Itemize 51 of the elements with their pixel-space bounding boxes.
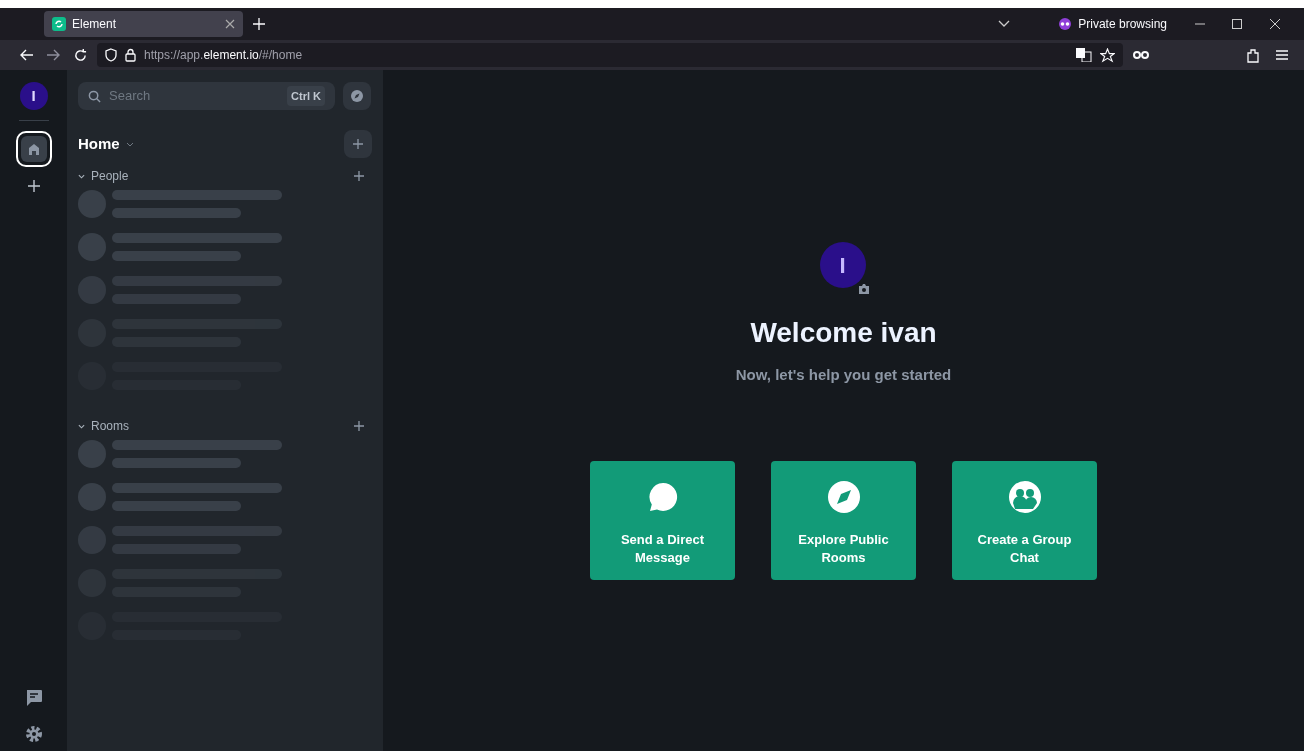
section-header[interactable]: People: [78, 167, 129, 185]
back-icon[interactable]: [20, 49, 34, 61]
keyboard-shortcut: Ctrl K: [287, 85, 325, 107]
camera-icon[interactable]: [857, 284, 870, 294]
group-icon: [1008, 480, 1041, 513]
close-icon[interactable]: [1270, 19, 1280, 29]
compass-icon: [827, 480, 860, 513]
chat-bubble-icon[interactable]: [24, 689, 43, 707]
browser-tab[interactable]: Element: [44, 11, 243, 37]
tab-title: Element: [72, 16, 118, 33]
url-text: https://app.element.io/#/home: [144, 47, 303, 64]
action-card[interactable]: Explore Public Rooms: [771, 460, 916, 580]
plus-icon: [354, 171, 364, 181]
menu-icon[interactable]: [1276, 50, 1288, 60]
private-browsing-label: Private browsing: [1078, 16, 1167, 33]
compass-icon: [351, 90, 363, 102]
home-icon: [28, 143, 39, 155]
lock-icon: [125, 48, 136, 62]
forward-icon[interactable]: [46, 49, 60, 61]
new-tab-icon[interactable]: [253, 18, 265, 30]
maximize-icon[interactable]: [1232, 19, 1242, 29]
plus-icon: [27, 180, 40, 192]
action-card[interactable]: Send a Direct Message: [590, 460, 735, 580]
user-avatar[interactable]: I: [19, 82, 48, 110]
welcome-subheading: Now, let's help you get started: [735, 365, 952, 385]
user-avatar[interactable]: I: [819, 242, 866, 288]
search-field[interactable]: Search: [109, 86, 280, 106]
reload-icon[interactable]: [74, 48, 87, 62]
home-button[interactable]: [15, 131, 52, 167]
plus-icon: [353, 139, 363, 149]
chevron-down-icon[interactable]: [998, 20, 1011, 28]
chevron-icon: [78, 173, 85, 179]
add-button[interactable]: [354, 421, 364, 431]
shield-icon: [105, 48, 117, 62]
settings-icon[interactable]: [24, 725, 43, 743]
address-bar[interactable]: https://app.element.io/#/home: [97, 43, 1123, 67]
welcome-heading: Welcome ivan: [750, 316, 937, 350]
speech-bubble-icon: [646, 480, 679, 513]
chevron-icon: [78, 423, 85, 429]
action-card[interactable]: Create a Group Chat: [952, 460, 1097, 580]
search-bar[interactable]: Search Ctrl K: [78, 82, 335, 110]
add-button[interactable]: [354, 171, 364, 181]
section-header[interactable]: Rooms: [78, 417, 129, 435]
star-icon[interactable]: [1100, 47, 1115, 63]
app-logo-icon: [52, 17, 66, 31]
add-button[interactable]: [344, 130, 372, 158]
home-menu[interactable]: Home: [78, 132, 134, 156]
explore-button[interactable]: [343, 82, 371, 110]
plus-icon: [354, 421, 364, 431]
search-icon: [88, 89, 101, 103]
chevron-down-icon: [125, 141, 134, 147]
